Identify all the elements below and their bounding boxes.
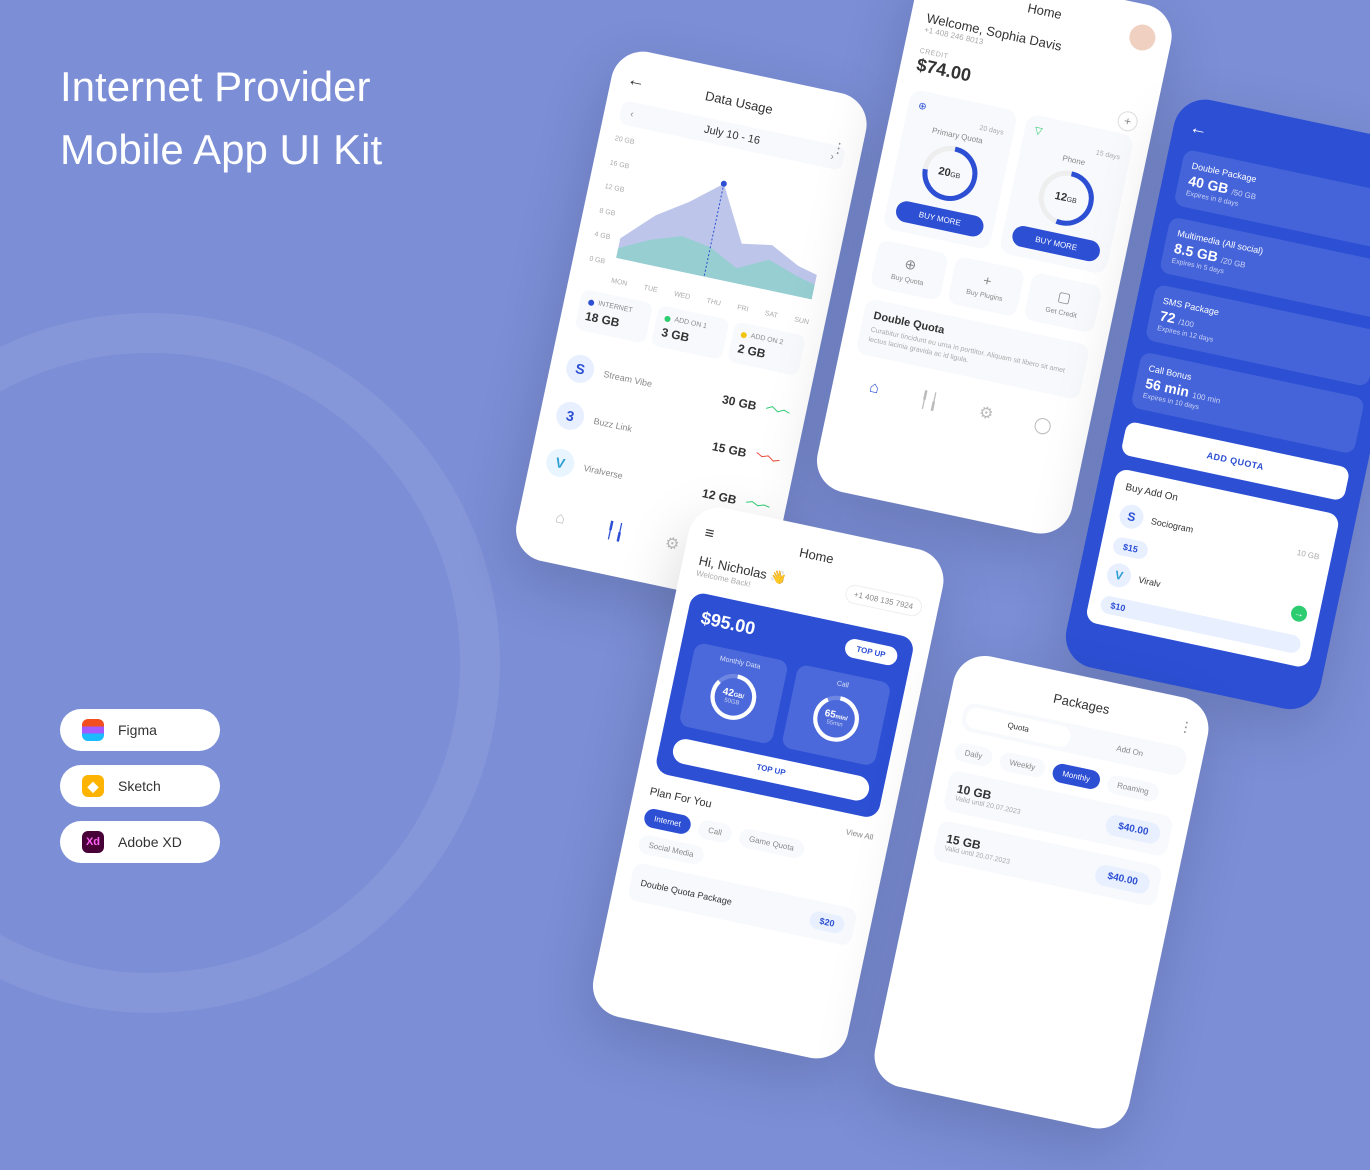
more-icon[interactable]: ⋮ xyxy=(1177,717,1194,737)
usage-internet[interactable]: INTERNET18 GB xyxy=(574,289,653,344)
sparkline-icon xyxy=(745,497,771,512)
tool-sketch: ◆ Sketch xyxy=(60,765,220,807)
x-label: SUN xyxy=(794,316,810,326)
app-icon: 3 xyxy=(554,399,587,432)
freq-monthly[interactable]: Monthly xyxy=(1051,762,1102,791)
app-name: Buzz Link xyxy=(593,416,704,449)
tab-game[interactable]: Game Quota xyxy=(737,827,805,859)
pkg-price: $40.00 xyxy=(1094,863,1152,895)
action-buy-quota[interactable]: ⊕Buy Quota xyxy=(870,239,949,301)
view-all-link[interactable]: View All xyxy=(845,827,874,842)
more-icon[interactable]: ⋮ xyxy=(830,139,847,159)
nav-home-icon[interactable]: ⌂ xyxy=(553,509,567,531)
nav-settings-icon[interactable]: ⚙ xyxy=(977,402,995,425)
tab-addon[interactable]: Add On xyxy=(1076,730,1184,773)
pkg-of: /100 xyxy=(1178,317,1195,329)
x-label: FRI xyxy=(737,304,749,313)
app-value: 15 GB xyxy=(711,439,748,460)
pkg-value: 72 xyxy=(1158,307,1177,326)
x-label: SAT xyxy=(764,310,778,320)
sketch-icon: ◆ xyxy=(82,775,104,797)
plan-title: Plan For You xyxy=(649,786,713,811)
addon-price[interactable]: $15 xyxy=(1111,536,1149,561)
title-line-2: Mobile App UI Kit xyxy=(60,118,382,181)
app-icon: V xyxy=(544,446,577,479)
y-label: 16 GB xyxy=(609,159,630,170)
freq-weekly[interactable]: Weekly xyxy=(998,751,1047,779)
prev-icon[interactable]: ‹ xyxy=(629,108,635,119)
plan-name: Double Quota Package xyxy=(640,878,733,907)
app-value: 12 GB xyxy=(701,486,738,507)
quota-card-primary: ⊕ 20 days Primary Quota 20GB BUY MORE xyxy=(882,89,1018,251)
freq-daily[interactable]: Daily xyxy=(953,741,994,767)
quota-unit: GB xyxy=(949,172,960,181)
quota-call: Call 65min/55min xyxy=(781,664,892,767)
x-label: THU xyxy=(706,298,722,308)
tab-call[interactable]: Call xyxy=(697,819,734,845)
tool-xd-label: Adobe XD xyxy=(118,834,182,850)
usage-addon1[interactable]: ADD ON 13 GB xyxy=(651,305,730,360)
plan-price: $20 xyxy=(808,910,846,935)
tool-figma: Figma xyxy=(60,709,220,751)
tab-quota[interactable]: Quota xyxy=(964,706,1072,749)
quota-monthly-data: Monthly Data 42GB/50GB xyxy=(678,642,789,745)
action-buy-plugins[interactable]: +Buy Plugins xyxy=(947,256,1026,318)
app-icon: S xyxy=(564,352,597,385)
y-label: 0 GB xyxy=(589,255,610,266)
app-value: 30 GB xyxy=(721,392,758,413)
title-line-1: Internet Provider xyxy=(60,55,382,118)
x-label: TUE xyxy=(643,284,658,294)
usage-addon2[interactable]: ADD ON 22 GB xyxy=(727,321,806,376)
quota-card-phone: ▽ 15 days Phone 12GB BUY MORE xyxy=(999,113,1135,275)
tab-social[interactable]: Social Media xyxy=(637,834,705,866)
area-chart xyxy=(616,141,837,300)
nav-stats-icon[interactable]: ╿╽ xyxy=(918,389,941,413)
quota-unit: GB xyxy=(1066,196,1077,205)
nav-stats-icon[interactable]: ╿╽ xyxy=(603,520,626,544)
app-name: Viralverse xyxy=(583,463,694,496)
xd-icon: Xd xyxy=(82,831,104,853)
figma-icon xyxy=(82,719,104,741)
balance-card: $95.00 TOP UP Monthly Data 42GB/50GB Cal… xyxy=(654,591,915,819)
freq-roaming[interactable]: Roaming xyxy=(1106,774,1161,803)
nav-home-icon[interactable]: ⌂ xyxy=(867,378,881,400)
pkg-price: $40.00 xyxy=(1104,813,1162,845)
nav-profile-icon[interactable]: ◯ xyxy=(1032,413,1054,436)
date-range: July 10 - 16 xyxy=(703,124,761,148)
sparkline-icon xyxy=(765,403,791,418)
tab-internet[interactable]: Internet xyxy=(643,807,693,835)
screen-packages: Packages ⋮ Quota Add On Daily Weekly Mon… xyxy=(869,650,1215,1134)
addon-icon: V xyxy=(1105,561,1133,589)
y-label: 20 GB xyxy=(614,135,635,146)
y-label: 4 GB xyxy=(594,231,615,242)
app-name: Stream Vibe xyxy=(603,369,714,402)
action-get-credit[interactable]: ▢Get Credit xyxy=(1024,272,1103,334)
go-icon[interactable]: → xyxy=(1290,604,1309,623)
nav-settings-icon[interactable]: ⚙ xyxy=(663,533,681,556)
y-label: 8 GB xyxy=(599,207,620,218)
tool-figma-label: Figma xyxy=(118,722,157,738)
tool-sketch-label: Sketch xyxy=(118,778,161,794)
x-label: WED xyxy=(673,291,690,301)
addon-icon: S xyxy=(1117,503,1145,531)
y-label: 12 GB xyxy=(604,183,625,194)
sparkline-icon xyxy=(755,450,781,465)
x-label: MON xyxy=(610,277,627,287)
addon-gb: 10 GB xyxy=(1296,548,1320,562)
tool-xd: Xd Adobe XD xyxy=(60,821,220,863)
